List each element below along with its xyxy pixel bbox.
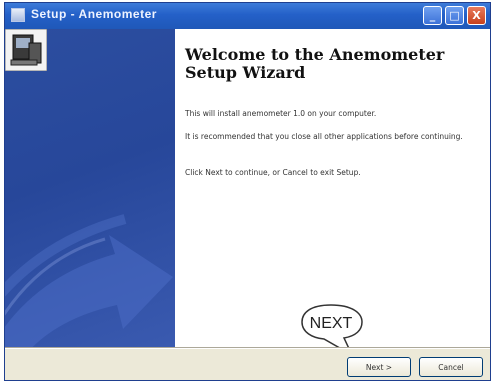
welcome-heading: Welcome to the Anemometer Setup Wizard	[185, 45, 445, 82]
close-button[interactable]: X	[467, 6, 486, 25]
install-info-text: This will install anemometer 1.0 on your…	[185, 109, 377, 118]
banner-arrow-graphic	[5, 214, 173, 347]
setup-computer-icon	[5, 29, 47, 71]
wizard-banner	[5, 29, 175, 347]
welcome-panel: Welcome to the Anemometer Setup Wizard T…	[175, 29, 490, 347]
callout-label: NEXT	[309, 315, 353, 332]
instructions-text: Click Next to continue, or Cancel to exi…	[185, 168, 361, 177]
close-apps-text: It is recommended that you close all oth…	[185, 132, 463, 141]
window-title: Setup - Anemometer	[31, 7, 157, 21]
minimize-button[interactable]: _	[423, 6, 442, 25]
setup-wizard-window: Setup - Anemometer _ □ X Welcome to the …	[4, 2, 491, 381]
next-button[interactable]: Next >	[347, 357, 411, 377]
footer-divider	[5, 347, 490, 349]
title-bar[interactable]: Setup - Anemometer _ □ X	[5, 3, 490, 30]
maximize-button[interactable]: □	[445, 6, 464, 25]
cancel-button[interactable]: Cancel	[419, 357, 483, 377]
app-icon	[11, 8, 25, 22]
next-callout: NEXT	[300, 303, 370, 357]
